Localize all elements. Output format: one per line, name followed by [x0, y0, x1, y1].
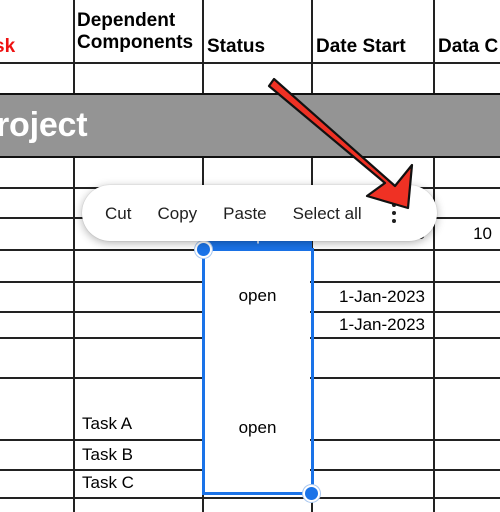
column-divider-2	[202, 0, 204, 93]
context-menu-item-cut[interactable]: Cut	[92, 205, 144, 222]
project-banner-title: roject	[0, 106, 88, 144]
selection-handle-top-left[interactable]	[195, 241, 212, 258]
cell-task-b[interactable]: Task B	[76, 441, 201, 469]
cell-data-c-row1[interactable]: 10	[438, 219, 500, 249]
header-date-start[interactable]: Date Start	[316, 10, 431, 60]
column-divider-3	[311, 0, 313, 93]
selection-outline[interactable]	[202, 248, 314, 495]
header-status[interactable]: Status	[207, 10, 307, 60]
context-menu-item-select-all[interactable]: Select all	[280, 205, 375, 222]
column-divider-1	[73, 0, 75, 93]
selection-handle-bottom-right[interactable]	[303, 485, 320, 502]
cell-task-c-value: Task C	[82, 473, 134, 493]
more-dot-3	[391, 219, 396, 223]
header-dependent-components-label: Dependent Components	[77, 10, 194, 54]
cell-date-start-row3[interactable]: 1-Jan-2023	[316, 283, 433, 311]
more-dot-2	[391, 211, 396, 215]
cell-date-start-row4[interactable]: 1-Jan-2023	[316, 313, 433, 337]
header-data-c-label: Data C	[438, 36, 499, 58]
cell-date-start-row3-value: 1-Jan-2023	[338, 287, 425, 307]
cell-task-a-value: Task A	[82, 414, 133, 434]
cell-task-a[interactable]: Task A	[76, 409, 201, 439]
header-task[interactable]: sk	[0, 10, 65, 60]
context-menu-item-cut-label: Cut	[105, 203, 132, 223]
column-divider-1-lower	[73, 158, 75, 512]
cell-task-b-value: Task B	[82, 445, 134, 465]
row-divider-header-bottom	[0, 62, 500, 64]
context-menu-item-copy-label: Copy	[157, 203, 198, 223]
context-menu-item-paste[interactable]: Paste	[210, 205, 279, 222]
more-vertical-icon[interactable]	[379, 191, 409, 235]
header-date-start-label: Date Start	[316, 36, 406, 58]
cell-data-c-row1-value: 10	[473, 224, 492, 244]
cell-date-start-row4-value: 1-Jan-2023	[338, 315, 425, 335]
cell-task-c[interactable]: Task C	[76, 469, 201, 497]
context-menu-item-copy[interactable]: Copy	[144, 205, 210, 222]
more-dot-1	[391, 203, 396, 207]
column-divider-4	[433, 0, 435, 93]
project-banner: roject	[0, 93, 500, 158]
header-status-label: Status	[207, 36, 266, 58]
spreadsheet-screen: sk Dependent Components Status Date Star…	[0, 0, 500, 512]
header-dependent-components[interactable]: Dependent Components	[77, 6, 199, 62]
context-menu-item-paste-label: Paste	[223, 203, 267, 223]
context-menu-item-select-all-label: Select all	[292, 203, 362, 223]
context-menu: Cut Copy Paste Select all	[82, 185, 437, 241]
row-divider-j	[0, 497, 500, 499]
header-task-label: sk	[0, 36, 16, 58]
header-data-c[interactable]: Data C	[438, 10, 500, 60]
